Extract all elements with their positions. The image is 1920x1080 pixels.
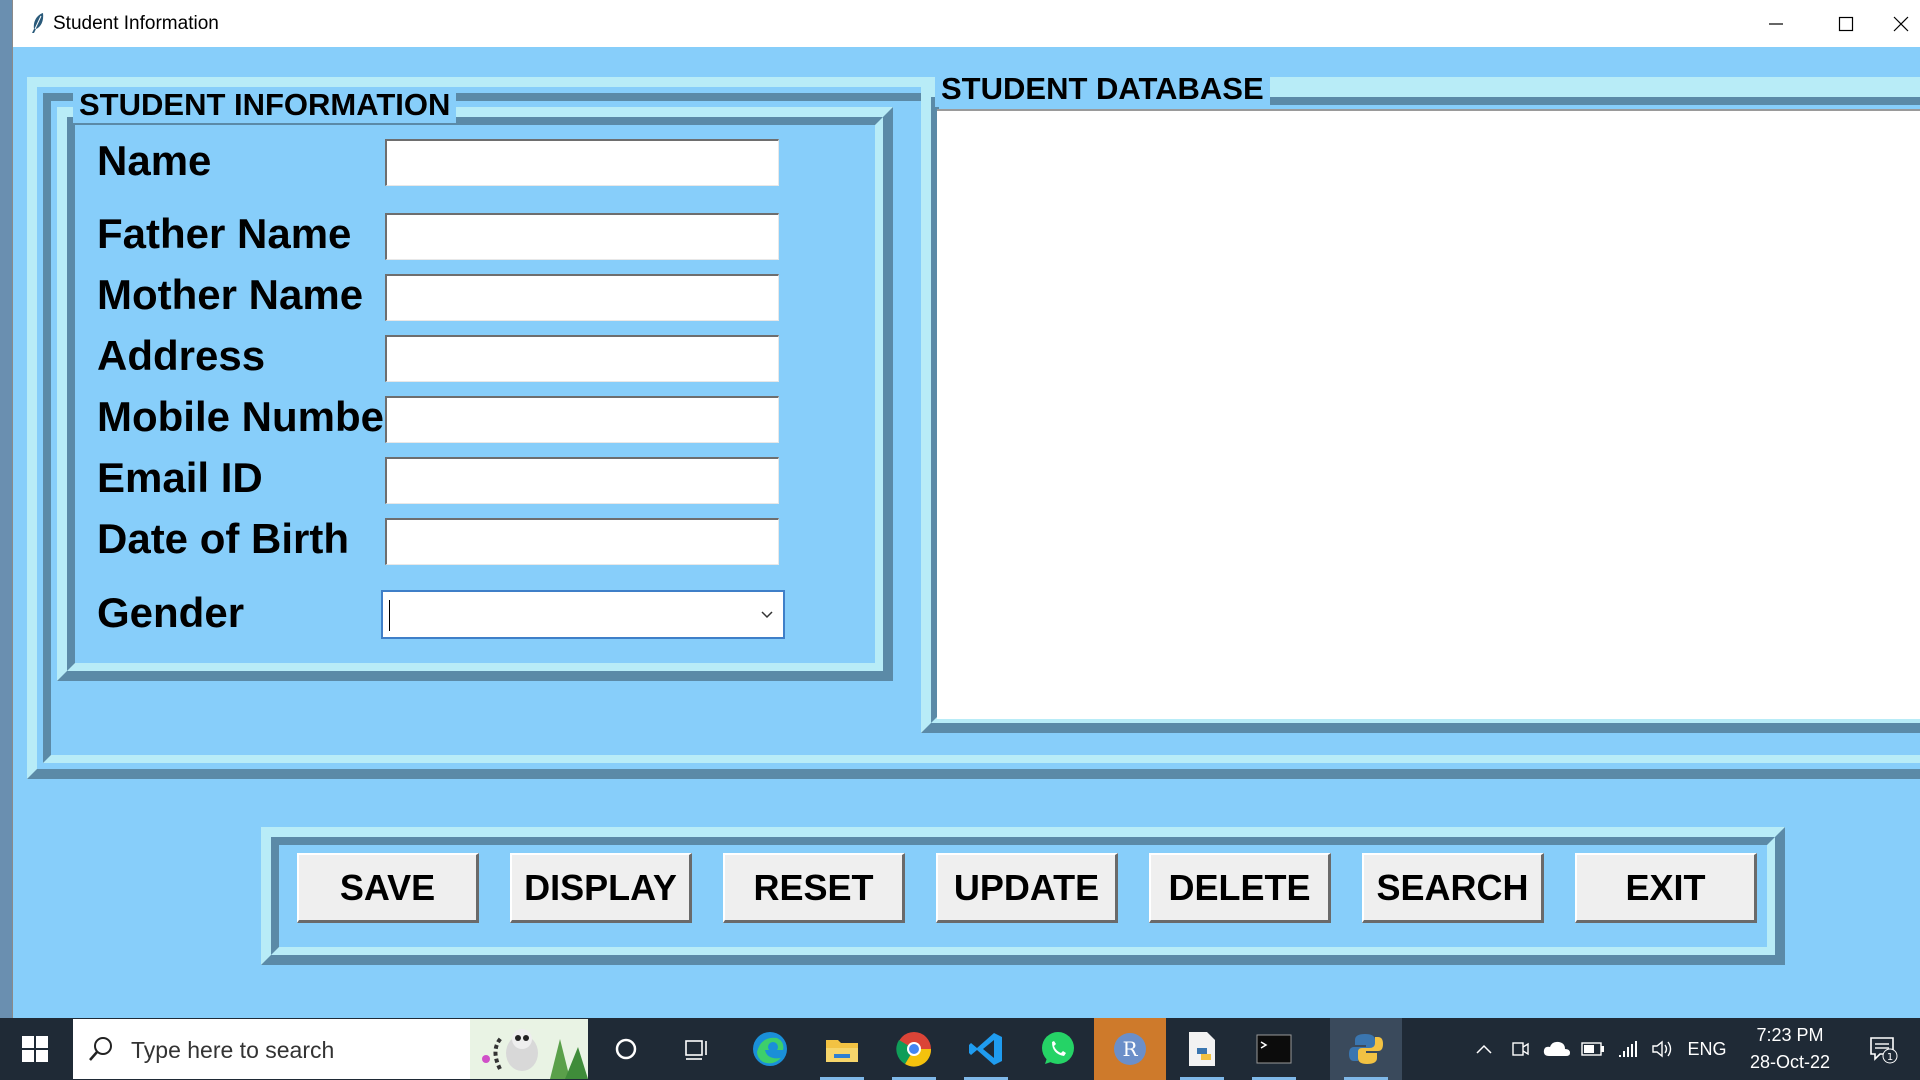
volume-icon [1652, 1040, 1672, 1058]
chevron-up-icon [1476, 1044, 1492, 1054]
taskbar: Type here to search R ENG 7:23 PM 28-Oct… [0, 1018, 1920, 1080]
python-button[interactable] [1330, 1018, 1402, 1080]
search-button[interactable]: SEARCH [1362, 853, 1544, 923]
windows-logo-icon [22, 1036, 48, 1062]
reset-button[interactable]: RESET [723, 853, 905, 923]
edge-icon [753, 1032, 787, 1066]
file-explorer-button[interactable] [806, 1018, 878, 1080]
student-info-frame: STUDENT INFORMATION Name Father Name Mot… [57, 87, 893, 681]
address-input[interactable] [385, 335, 779, 382]
name-input[interactable] [385, 139, 779, 186]
wifi-icon [1619, 1041, 1637, 1057]
task-view-button[interactable] [662, 1018, 734, 1080]
python-file-icon [1189, 1032, 1215, 1066]
search-placeholder: Type here to search [131, 1037, 335, 1063]
vscode-icon [969, 1033, 1002, 1065]
gender-select[interactable] [381, 590, 785, 639]
father-name-input[interactable] [385, 213, 779, 260]
python-icon [1349, 1034, 1383, 1064]
terminal-icon [1256, 1034, 1292, 1064]
save-button[interactable]: SAVE [297, 853, 479, 923]
notification-count: 1 [1887, 1052, 1893, 1063]
button-frame: SAVE DISPLAY RESET UPDATE DELETE SEARCH … [261, 827, 1785, 965]
student-database-list[interactable] [937, 109, 1920, 719]
address-label: Address [97, 332, 266, 379]
chevron-down-icon [761, 611, 773, 619]
cortana-icon [615, 1038, 637, 1060]
mother-name-input[interactable] [385, 274, 779, 321]
clock-date: 28-Oct-22 [1749, 1052, 1831, 1072]
language-indicator[interactable]: ENG [1684, 1018, 1730, 1080]
terminal-button[interactable] [1238, 1018, 1310, 1080]
feather-icon [32, 13, 44, 33]
whatsapp-button[interactable] [1022, 1018, 1094, 1080]
window-title: Student Information [53, 13, 219, 34]
file-explorer-icon [826, 1040, 858, 1062]
email-id-input[interactable] [385, 457, 779, 504]
app-window: Student Information STUDENT INFORMATION … [12, 0, 1920, 1018]
onedrive-button[interactable] [1540, 1018, 1574, 1080]
father-name-label: Father Name [97, 210, 352, 257]
r-icon: R [1114, 1033, 1146, 1065]
date-of-birth-label: Date of Birth [97, 515, 349, 562]
update-button[interactable]: UPDATE [936, 853, 1118, 923]
cortana-button[interactable] [590, 1018, 662, 1080]
mobile-number-label: Mobile Number [97, 393, 401, 440]
meet-now-button[interactable] [1506, 1018, 1534, 1080]
lemur-illustration-icon [470, 1019, 588, 1079]
clock[interactable]: 7:23 PM 28-Oct-22 [1735, 1022, 1845, 1076]
date-of-birth-input[interactable] [385, 518, 779, 565]
vscode-button[interactable] [950, 1018, 1022, 1080]
search-icon [89, 1037, 112, 1061]
meet-now-icon [1512, 1042, 1529, 1056]
wifi-button[interactable] [1614, 1018, 1644, 1080]
desktop-background [0, 0, 12, 1018]
svg-text:R: R [1122, 1037, 1138, 1061]
notification-center-button[interactable]: 1 [1858, 1018, 1908, 1080]
maximize-icon [1838, 16, 1854, 31]
onedrive-icon [1543, 1041, 1570, 1056]
window-client-area: STUDENT INFORMATION Name Father Name Mot… [13, 47, 1920, 1018]
start-button[interactable] [0, 1018, 70, 1080]
volume-button[interactable] [1648, 1018, 1678, 1080]
minimize-icon [1769, 22, 1783, 25]
student-database-title: STUDENT DATABASE [935, 71, 1270, 107]
r-app-button[interactable]: R [1094, 1018, 1166, 1080]
edge-button[interactable] [734, 1018, 806, 1080]
python-file-button[interactable] [1166, 1018, 1238, 1080]
notification-icon: 1 [1870, 1037, 1898, 1064]
text-cursor [389, 600, 390, 631]
display-button[interactable]: DISPLAY [510, 853, 692, 923]
maximize-button[interactable] [1811, 0, 1881, 47]
whatsapp-icon [1042, 1032, 1074, 1064]
task-view-icon [685, 1040, 707, 1060]
show-hidden-icons-button[interactable] [1470, 1018, 1498, 1080]
battery-icon [1581, 1042, 1604, 1056]
gender-label: Gender [97, 589, 245, 636]
title-bar: Student Information [13, 0, 1920, 47]
minimize-button[interactable] [1741, 0, 1811, 47]
language-text: ENG [1687, 1038, 1727, 1059]
student-info-title: STUDENT INFORMATION [73, 87, 457, 123]
close-button[interactable] [1881, 0, 1920, 47]
name-label: Name [97, 137, 212, 184]
chrome-icon [896, 1032, 932, 1067]
close-icon [1893, 16, 1909, 31]
taskbar-search-box[interactable]: Type here to search [73, 1019, 588, 1079]
mobile-number-input[interactable] [385, 396, 779, 443]
student-database-frame: STUDENT DATABASE [921, 71, 1920, 733]
battery-button[interactable] [1578, 1018, 1608, 1080]
exit-button[interactable]: EXIT [1575, 853, 1757, 923]
email-id-label: Email ID [97, 454, 263, 501]
clock-time: 7:23 PM [1756, 1025, 1824, 1045]
delete-button[interactable]: DELETE [1149, 853, 1331, 923]
chrome-button[interactable] [878, 1018, 950, 1080]
mother-name-label: Mother Name [97, 271, 364, 318]
